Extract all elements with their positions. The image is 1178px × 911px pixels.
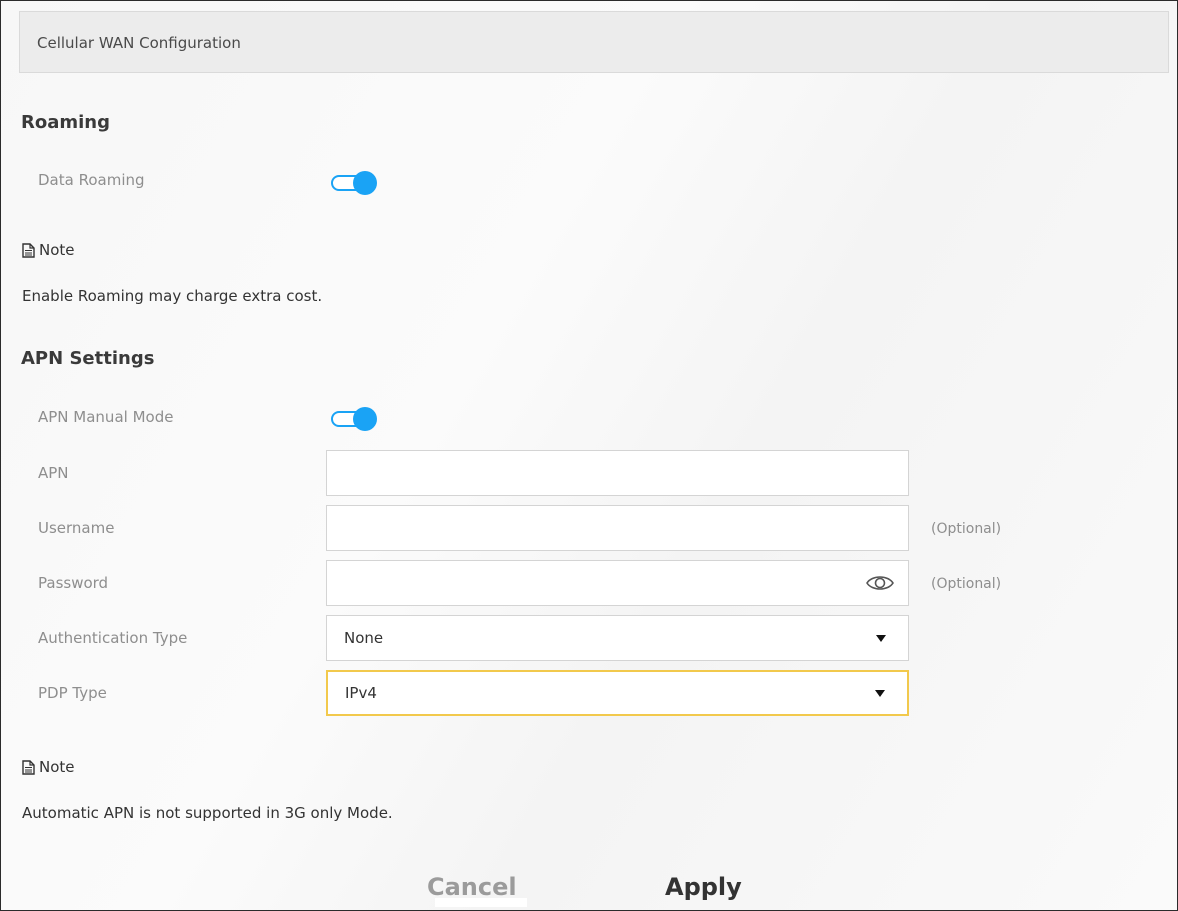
roaming-section-title: Roaming <box>21 112 110 133</box>
note-heading: Note <box>22 758 75 776</box>
username-label: Username <box>38 519 115 537</box>
apn-manual-mode-label: APN Manual Mode <box>38 408 174 426</box>
note-heading-label: Note <box>39 758 75 776</box>
note-icon <box>22 242 35 258</box>
username-input[interactable] <box>326 505 909 551</box>
toggle-knob <box>353 407 377 431</box>
pdp-type-label: PDP Type <box>38 684 107 702</box>
note-icon <box>22 759 35 775</box>
note-heading: Note <box>22 241 75 259</box>
apn-label: APN <box>38 464 69 482</box>
dropdown-caret-icon <box>875 690 885 697</box>
authentication-type-value: None <box>344 629 384 647</box>
toggle-knob <box>353 171 377 195</box>
pdp-type-select[interactable]: IPv4 <box>326 670 909 716</box>
page-header: Cellular WAN Configuration <box>19 11 1169 73</box>
apn-manual-mode-toggle[interactable] <box>329 407 379 431</box>
username-optional-hint: (Optional) <box>931 521 1002 537</box>
password-label: Password <box>38 574 109 592</box>
apply-button[interactable]: Apply <box>665 869 748 905</box>
roaming-note-text: Enable Roaming may charge extra cost. <box>22 287 323 305</box>
apply-button-label: Apply <box>665 873 742 901</box>
password-optional-hint: (Optional) <box>931 576 1002 592</box>
data-roaming-label: Data Roaming <box>38 171 145 189</box>
cancel-button[interactable]: Cancel <box>427 869 527 907</box>
page-title: Cellular WAN Configuration <box>37 34 241 52</box>
apn-input[interactable] <box>326 450 909 496</box>
apn-note-text: Automatic APN is not supported in 3G onl… <box>22 804 393 822</box>
apn-section-title: APN Settings <box>21 348 155 369</box>
dropdown-caret-icon <box>876 635 886 642</box>
authentication-type-label: Authentication Type <box>38 629 188 647</box>
pdp-type-value: IPv4 <box>345 684 377 702</box>
cancel-button-label: Cancel <box>427 873 517 901</box>
authentication-type-select[interactable]: None <box>326 615 909 661</box>
note-heading-label: Note <box>39 241 75 259</box>
password-input[interactable] <box>326 560 909 606</box>
page-frame: Cellular WAN Configuration Roaming Data … <box>0 0 1178 911</box>
data-roaming-toggle[interactable] <box>329 171 379 195</box>
show-password-eye-icon[interactable] <box>865 573 895 593</box>
